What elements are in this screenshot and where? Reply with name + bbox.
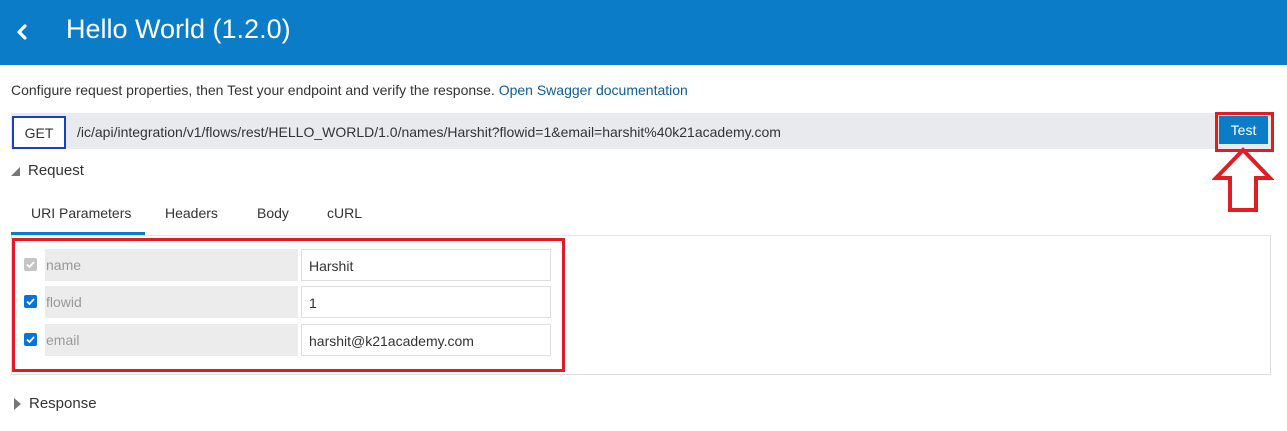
params-highlight-frame — [12, 238, 565, 372]
tab-uri-parameters[interactable]: URI Parameters — [31, 205, 131, 221]
tab-curl[interactable]: cURL — [327, 205, 362, 221]
request-tabs: URI Parameters Headers Body cURL — [11, 193, 1271, 236]
intro-text: Configure request properties, then Test … — [11, 82, 688, 98]
http-method-badge[interactable]: GET — [12, 116, 66, 149]
tab-headers[interactable]: Headers — [165, 205, 218, 221]
test-button[interactable]: Test — [1219, 116, 1268, 144]
tab-body[interactable]: Body — [257, 205, 289, 221]
response-section-toggle[interactable]: Response — [14, 395, 97, 412]
app-header: Hello World (1.2.0) — [0, 0, 1287, 65]
intro-description: Configure request properties, then Test … — [11, 82, 499, 98]
swagger-link[interactable]: Open Swagger documentation — [499, 82, 688, 98]
collapsed-triangle-icon — [14, 397, 21, 410]
chevron-left-icon[interactable] — [10, 18, 36, 46]
endpoint-url: /ic/api/integration/v1/flows/rest/HELLO_… — [77, 124, 781, 140]
request-section-toggle[interactable]: Request — [11, 162, 84, 179]
page-title: Hello World (1.2.0) — [66, 14, 291, 44]
request-label: Request — [28, 162, 84, 179]
expanded-triangle-icon — [11, 167, 20, 176]
response-label: Response — [29, 395, 97, 412]
